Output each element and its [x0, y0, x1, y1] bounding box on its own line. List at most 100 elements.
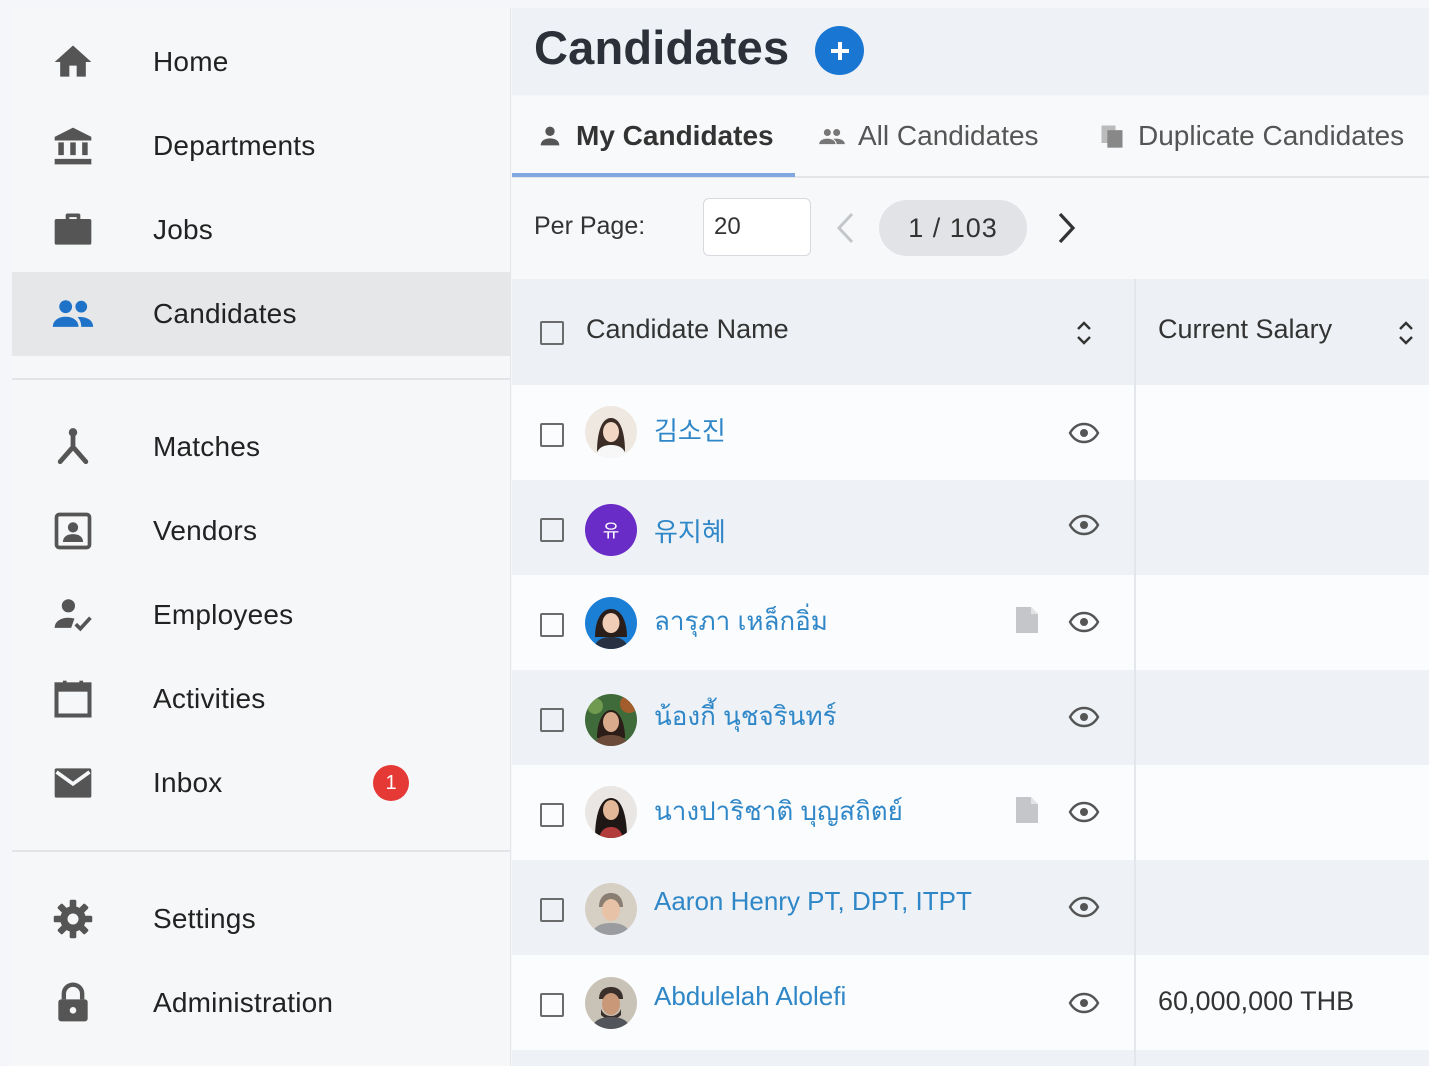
- tab-all-candidates[interactable]: All Candidates: [818, 96, 1039, 176]
- column-divider: [1134, 279, 1136, 1066]
- avatar: [585, 883, 637, 935]
- table-row[interactable]: ลารุภา เหล็กอิ่ม: [512, 575, 1429, 670]
- table-row[interactable]: 유 유지혜: [512, 480, 1429, 575]
- sidebar-item-label: Vendors: [153, 515, 258, 546]
- tab-label: My Candidates: [576, 120, 774, 151]
- sidebar-item-departments[interactable]: Departments: [12, 104, 510, 188]
- table-row[interactable]: Abdulelah Alolefi 60,000,000 THB: [512, 955, 1429, 1050]
- eye-icon[interactable]: [1068, 896, 1100, 918]
- tab-my-candidates[interactable]: My Candidates: [536, 96, 774, 176]
- bank-icon: [50, 123, 96, 169]
- sidebar-item-jobs[interactable]: Jobs: [12, 188, 510, 272]
- briefcase-icon: [50, 207, 96, 253]
- person-check-icon: [50, 592, 96, 638]
- row-checkbox[interactable]: [540, 613, 564, 637]
- candidate-name-link[interactable]: Abdulelah Alolefi: [654, 981, 846, 1012]
- current-salary-value: 60,000,000 THB: [1158, 986, 1355, 1016]
- row-checkbox[interactable]: [540, 803, 564, 827]
- tab-duplicate-candidates[interactable]: Duplicate Candidates: [1098, 96, 1404, 176]
- eye-icon[interactable]: [1068, 611, 1100, 633]
- avatar: [585, 786, 637, 838]
- table-header: Candidate Name Current Salary: [512, 279, 1429, 385]
- table-row[interactable]: 김소진: [512, 385, 1429, 480]
- candidates-table: Candidate Name Current Salary 김소진 유 유지혜: [512, 279, 1429, 1066]
- candidate-name-link[interactable]: ลารุภา เหล็กอิ่ม: [654, 601, 828, 642]
- calendar-icon: [50, 676, 96, 722]
- sidebar-item-label: Jobs: [153, 214, 213, 245]
- copy-icon: [1098, 122, 1126, 150]
- people-icon: [50, 291, 96, 337]
- main-content: Candidates My Candidates All Candidates …: [512, 8, 1429, 1066]
- sidebar-item-activities[interactable]: Activities: [12, 657, 510, 741]
- sidebar-item-label: Departments: [153, 130, 316, 161]
- pagination-bar: Per Page: 1 / 103: [512, 178, 1429, 279]
- avatar: [585, 406, 637, 458]
- sort-icon[interactable]: [1073, 316, 1095, 350]
- select-all-checkbox[interactable]: [540, 321, 564, 345]
- eye-icon[interactable]: [1068, 801, 1100, 823]
- eye-icon[interactable]: [1068, 992, 1100, 1014]
- eye-icon[interactable]: [1068, 706, 1100, 728]
- candidate-name-link[interactable]: 유지혜: [654, 512, 726, 549]
- avatar: [585, 597, 637, 649]
- page-title: Candidates: [534, 21, 790, 74]
- sidebar-item-label: Administration: [153, 987, 334, 1018]
- tab-label: All Candidates: [858, 120, 1039, 151]
- chevron-left-icon: [836, 212, 854, 244]
- person-icon: [536, 122, 564, 150]
- sidebar-item-settings[interactable]: Settings: [12, 877, 510, 961]
- add-candidate-button[interactable]: [815, 26, 864, 75]
- sort-icon[interactable]: [1395, 316, 1417, 350]
- document-icon[interactable]: [1014, 795, 1040, 825]
- sidebar-divider: [12, 378, 510, 380]
- sidebar-item-matches[interactable]: Matches: [12, 405, 510, 489]
- tab-label: Duplicate Candidates: [1138, 120, 1405, 151]
- avatar: 유: [585, 504, 637, 556]
- candidate-name-link[interactable]: 김소진: [654, 411, 726, 448]
- sidebar-item-label: Matches: [153, 431, 261, 462]
- gear-icon: [50, 896, 96, 942]
- sidebar-item-label: Inbox: [153, 767, 223, 798]
- contact-card-icon: [50, 508, 96, 554]
- table-row[interactable]: นางปาริชาติ บุญสถิตย์: [512, 765, 1429, 860]
- sidebar-item-vendors[interactable]: Vendors: [12, 489, 510, 573]
- candidate-name-link[interactable]: น้องกี้ นุชจรินทร์: [654, 696, 837, 737]
- candidate-name-link[interactable]: Aaron Henry PT, DPT, ITPT: [654, 886, 972, 917]
- page-indicator: 1 / 103: [879, 200, 1027, 256]
- lock-icon: [50, 980, 96, 1026]
- sidebar-item-administration[interactable]: Administration: [12, 961, 510, 1045]
- column-header-current-salary[interactable]: Current Salary: [1158, 314, 1332, 345]
- previous-page-button[interactable]: [830, 206, 860, 250]
- candidate-name-link[interactable]: นางปาริชาติ บุญสถิตย์: [654, 791, 903, 832]
- home-icon: [50, 39, 96, 85]
- candidate-tabs: My Candidates All Candidates Duplicate C…: [512, 96, 1429, 178]
- document-icon[interactable]: [1014, 605, 1040, 635]
- sidebar-item-employees[interactable]: Employees: [12, 573, 510, 657]
- row-checkbox[interactable]: [540, 518, 564, 542]
- sidebar-divider: [12, 850, 510, 852]
- row-checkbox[interactable]: [540, 423, 564, 447]
- eye-icon[interactable]: [1068, 514, 1100, 536]
- sidebar-item-label: Settings: [153, 903, 256, 934]
- eye-icon[interactable]: [1068, 422, 1100, 444]
- column-header-candidate-name[interactable]: Candidate Name: [586, 314, 789, 345]
- avatar: [585, 694, 637, 746]
- row-checkbox[interactable]: [540, 708, 564, 732]
- sidebar-item-candidates[interactable]: Candidates: [12, 272, 510, 356]
- row-checkbox[interactable]: [540, 898, 564, 922]
- avatar: [585, 977, 637, 1029]
- sidebar-item-inbox[interactable]: Inbox 1: [12, 741, 510, 825]
- plus-icon: [830, 41, 849, 60]
- chevron-right-icon: [1058, 212, 1076, 244]
- page-header: Candidates: [512, 8, 1429, 95]
- sidebar-item-home[interactable]: Home: [12, 20, 510, 104]
- table-row[interactable]: Aaron Henry PT, DPT, ITPT: [512, 860, 1429, 955]
- people-icon: [818, 122, 846, 150]
- per-page-input[interactable]: [703, 198, 811, 256]
- next-page-button[interactable]: [1052, 206, 1082, 250]
- table-row[interactable]: [512, 1050, 1429, 1066]
- row-checkbox[interactable]: [540, 993, 564, 1017]
- sidebar-item-label: Home: [153, 46, 229, 77]
- table-row[interactable]: น้องกี้ นุชจรินทร์: [512, 670, 1429, 765]
- sidebar: Home Departments Jobs Candidates Matches…: [12, 8, 511, 1066]
